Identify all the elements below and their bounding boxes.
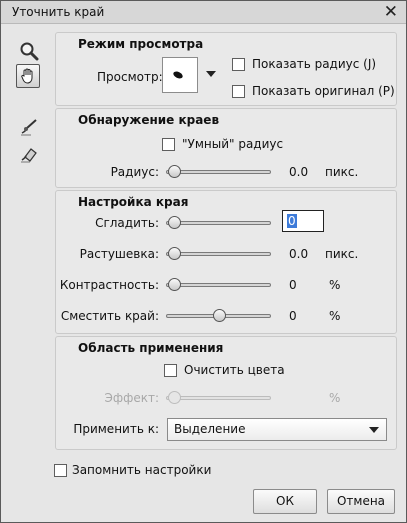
smooth-value: 0 [287,214,297,228]
smooth-label: Сгладить: [95,216,159,230]
view-preview-icon [173,71,183,79]
close-icon[interactable]: ✕ [384,2,398,22]
effect-unit: % [329,391,341,405]
effect-slider[interactable] [166,391,271,405]
ok-button[interactable]: ОК [253,489,317,514]
output-to-value: Выделение [174,422,246,436]
feather-unit: пикс. [325,247,359,261]
contrast-unit: % [329,278,341,292]
radius-unit: пикс. [325,165,359,179]
output-title: Область применения [78,341,224,355]
feather-value: 0.0 [289,247,309,261]
shift-edge-label: Сместить край: [60,309,159,323]
zoom-tool-icon[interactable] [17,39,41,63]
erase-refinements-brush-icon[interactable] [17,142,41,166]
show-original-label: Показать оригинал (P) [252,84,395,98]
smooth-slider[interactable] [166,216,271,230]
show-radius-checkbox[interactable] [232,58,245,71]
contrast-value: 0 [289,278,297,292]
output-to-select[interactable]: Выделение [167,418,387,441]
view-mode-group: Режим просмотра Просмотр: Показать радиу… [55,32,397,106]
radius-slider-thumb[interactable] [168,165,181,178]
contrast-slider[interactable] [166,278,271,292]
output-to-label: Применить к: [73,422,159,436]
smart-radius-label: "Умный" радиус [182,137,284,151]
radius-slider[interactable] [166,165,271,179]
cancel-button[interactable]: Отмена [327,489,395,514]
view-label: Просмотр: [97,70,163,84]
hand-tool-icon[interactable] [16,64,40,88]
shift-edge-slider[interactable] [166,309,271,323]
smooth-slider-thumb[interactable] [168,216,181,229]
window-title: Уточнить край [12,5,105,19]
show-radius-label: Показать радиус (J) [252,57,377,71]
effect-slider-thumb[interactable] [168,391,181,404]
adjust-edge-title: Настройка края [78,195,189,209]
radius-label: Радиус: [110,165,159,179]
contrast-label: Контрастность: [59,278,159,292]
refine-radius-brush-icon[interactable] [17,115,41,139]
shift-edge-unit: % [329,309,341,323]
view-mode-title: Режим просмотра [78,37,204,51]
remember-settings-label: Запомнить настройки [72,463,212,477]
feather-slider[interactable] [166,247,271,261]
edge-detection-group: Обнаружение краев "Умный" радиус Радиус:… [55,108,397,188]
feather-slider-thumb[interactable] [168,247,181,260]
shift-edge-value: 0 [289,309,297,323]
contrast-slider-thumb[interactable] [168,278,181,291]
refine-edge-dialog: Уточнить край ✕ Режим просмотра Просмотр [0,0,407,523]
feather-label: Растушевка: [79,247,159,261]
decontaminate-colors-checkbox[interactable] [164,364,177,377]
view-mode-thumbnail[interactable] [162,57,198,93]
edge-detection-title: Обнаружение краев [78,113,220,127]
radius-value: 0.0 [289,165,309,179]
chevron-down-icon [369,427,379,433]
show-original-checkbox[interactable] [232,85,245,98]
adjust-edge-group: Настройка края Сгладить: Растушевка: 0.0… [55,190,397,334]
smart-radius-checkbox[interactable] [162,138,175,151]
title-bar[interactable]: Уточнить край ✕ [1,1,406,24]
view-mode-dropdown-arrow-icon[interactable] [206,71,216,77]
smooth-value-input[interactable]: 0 [282,210,324,232]
remember-settings-checkbox[interactable] [54,464,67,477]
effect-label: Эффект: [104,391,159,405]
decontaminate-colors-label: Очистить цвета [184,363,285,377]
shift-edge-slider-thumb[interactable] [212,309,226,322]
